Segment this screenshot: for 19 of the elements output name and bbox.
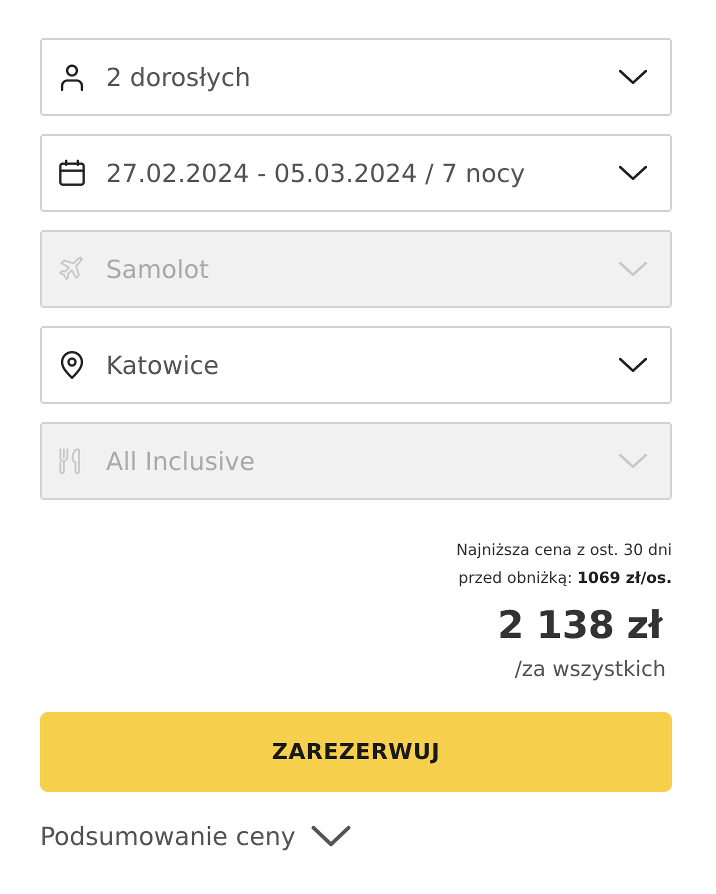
lowest-price-note: przed obniżką: 1069 zł/os. [458, 568, 672, 589]
chevron-down-icon [618, 164, 648, 182]
total-price: 2 138 zł [498, 602, 662, 649]
chevron-down-icon [618, 452, 648, 470]
location-pin-icon [58, 351, 86, 379]
lowest-price-note: Najniższa cena z ost. 30 dni [456, 540, 672, 561]
chevron-down-icon [618, 68, 648, 86]
chevron-down-icon [310, 824, 352, 848]
select-field[interactable]: Katowice [40, 326, 672, 404]
price-summary-toggle[interactable]: Podsumowanie ceny [40, 822, 352, 851]
calendar-icon [58, 159, 86, 187]
select-field[interactable]: 27.02.2024 - 05.03.2024 / 7 nocy [40, 134, 672, 212]
person-icon [58, 63, 86, 91]
price-basis-text: /za wszystkich [514, 656, 666, 683]
chevron-down-icon [618, 260, 648, 278]
book-button[interactable]: ZAREZERWUJ [40, 712, 672, 792]
select-field[interactable]: 2 dorosłych [40, 38, 672, 116]
plane-icon [58, 255, 86, 283]
chevron-down-icon [618, 356, 648, 374]
